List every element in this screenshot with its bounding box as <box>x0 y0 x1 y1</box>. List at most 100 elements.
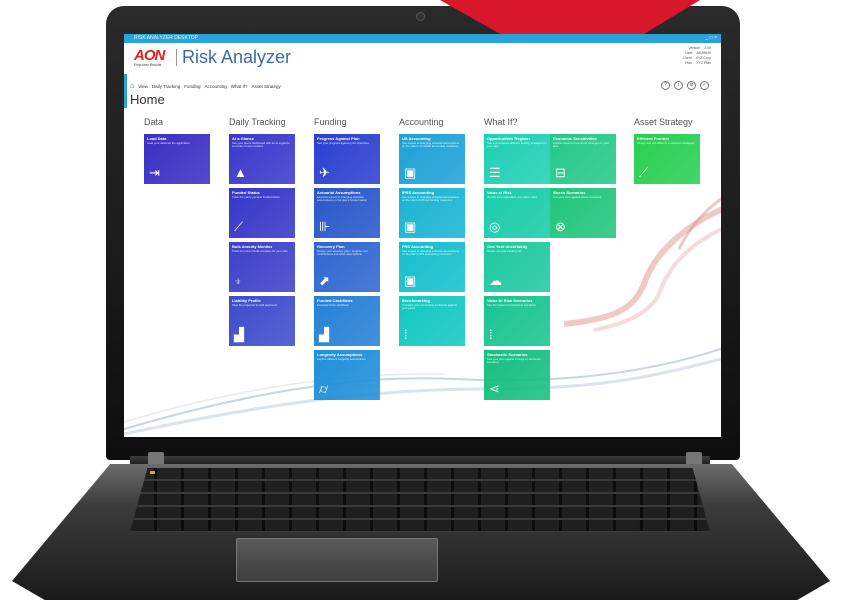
info-icon[interactable]: i <box>674 81 683 90</box>
trend-line-icon: ⟋ <box>234 219 244 234</box>
calculator-icon: ▣ <box>404 165 417 180</box>
column-heading: What If? <box>484 117 518 127</box>
checklist-icon: ☰ <box>489 165 501 180</box>
tile-longevity-assumptions[interactable]: Longevity Assumptions Explore different l… <box>314 350 380 400</box>
recovery-icon: ⬈ <box>319 273 330 288</box>
tile-description: Explore impact of economic changes on yo… <box>553 141 609 149</box>
page-heading: Home <box>130 92 165 107</box>
walking-icon: ⌭ <box>319 381 329 396</box>
column-heading: Data <box>144 117 164 127</box>
funnel-icon: ⍖ <box>234 273 242 288</box>
tile-description: See and compare different funding strate… <box>487 141 547 149</box>
scenarios-icon: ⁞ <box>489 327 493 342</box>
nav-item-asset-strategy[interactable]: Asset Strategy <box>251 84 280 89</box>
tile-description: Track the plan's pension funded status <box>232 195 280 199</box>
stress-icon: ⊗ <box>555 219 566 234</box>
tile-value-at-risk[interactable]: Value at Risk Identify and understand you… <box>484 188 550 238</box>
tile-opportunities-register[interactable]: Opportunities Register See and compare di… <box>484 134 550 184</box>
column-heading: Funding <box>314 117 347 127</box>
hinge-right <box>686 452 702 466</box>
tile-description: Test your plan against stress scenarios <box>553 195 602 199</box>
tile-frs-accounting[interactable]: FRS Accounting See impact of changing act… <box>399 242 465 292</box>
touchpad <box>236 538 438 582</box>
tile-ifrs-accounting[interactable]: IFRS Accounting See impact of changing ac… <box>399 188 465 238</box>
column-heading: Asset Strategy <box>634 117 693 127</box>
bar-chart-icon: ▟ <box>234 327 244 342</box>
help-icon[interactable]: ? <box>661 81 670 90</box>
tile-efficient-frontier[interactable]: Efficient Frontier Design and test differ… <box>634 134 700 184</box>
nav-item-view[interactable]: View <box>138 84 148 89</box>
tile-load-data[interactable]: Load Data Load your data into the applica… <box>144 134 210 184</box>
tile-us-accounting[interactable]: US Accounting See impact of changing actu… <box>399 134 465 184</box>
tile-description: See your progress against your objective… <box>317 141 370 145</box>
hinge-left <box>148 452 164 466</box>
background-swoosh <box>124 348 721 436</box>
tile-description: Design and test different investment str… <box>637 141 695 145</box>
toolbar-icons: ? i ⚙ ✓ <box>661 81 709 90</box>
assumptions-icon: ⊪ <box>319 219 331 234</box>
tile-description: View the projected benefit payments <box>232 303 278 307</box>
tile-description: Track the price of bulk annuities for yo… <box>232 249 288 253</box>
tile-description: Compare your accounting measures against… <box>402 303 457 311</box>
benchmark-icon: ⁞ <box>404 327 408 342</box>
user-info: Version 2.00 User AE38849 Client XYZ Corp P… <box>682 46 711 65</box>
window-controls[interactable]: _ □ × <box>706 35 718 41</box>
check-icon[interactable]: ✓ <box>700 81 709 90</box>
app-title: Risk Analyzer <box>182 47 292 67</box>
nav-item-funding[interactable]: Funding <box>184 84 200 89</box>
aon-logo: AON Empower Results <box>134 47 165 67</box>
screen: RISK ANALYZER DESKTOP _ □ × AON Empower … <box>124 34 721 437</box>
frontier-chart-icon: ⟋ <box>639 165 649 180</box>
nav-item-what-if[interactable]: What If? <box>231 84 248 89</box>
tile-description: Examine impact of changing actuarial ass… <box>317 195 367 203</box>
cashflow-chart-icon: ▟ <box>319 327 329 342</box>
webcam <box>416 12 425 21</box>
tile-description: Identify and understand your plan's risk… <box>487 195 537 199</box>
tile-stochastic-scenarios[interactable]: Stochastic Scenarios Test your plan again… <box>484 350 550 400</box>
tile-description: Load your data into the application <box>147 141 190 145</box>
column-heading: Accounting <box>399 117 444 127</box>
window-title: RISK ANALYZER DESKTOP <box>134 35 199 41</box>
tile-benchmarking[interactable]: Benchmarking Compare your accounting meas… <box>399 296 465 346</box>
tile-actuarial-assumptions[interactable]: Actuarial Assumptions Examine impact of c… <box>314 188 380 238</box>
nav-item-daily-tracking[interactable]: Daily Tracking <box>152 84 180 89</box>
tile-bulk-annuity-monitor[interactable]: Bulk Annuity Monitor Track the price of b… <box>229 242 295 292</box>
share-icon: ⋖ <box>489 381 500 396</box>
home-icon[interactable]: ⌂ <box>130 83 134 90</box>
sliders-icon: ⊟ <box>555 165 566 180</box>
tile-value-at-risk-scenarios[interactable]: Value At Risk Scenarios See the impact of… <box>484 296 550 346</box>
tile-one-year-uncertainty[interactable]: One Year Uncertainty Model one-year fundi… <box>484 242 550 292</box>
tile-description: Explore different longevity assumptions <box>317 357 366 361</box>
mountain-icon: ▲ <box>234 165 247 180</box>
calculator-icon: ▣ <box>404 273 417 288</box>
calculator-icon: ▣ <box>404 219 417 234</box>
nav-bar: ⌂ View Daily Tracking Funding Accounting… <box>130 82 281 90</box>
tile-description: Model one-year funding risk <box>487 249 522 253</box>
tile-description: See impact of changing actuarial assumpt… <box>402 249 460 257</box>
tile-funded-status[interactable]: Funded Status Track the plan's pension fu… <box>229 188 295 238</box>
tile-liability-profile[interactable]: Liability Profile View the projected bene… <box>229 296 295 346</box>
keyboard-rows <box>130 468 710 532</box>
nav-item-accounting[interactable]: Accounting <box>204 84 226 89</box>
tile-description: See the impact of investment scenarios <box>487 303 536 307</box>
tile-description: Design your recovery plan - lengths, cos… <box>317 249 369 257</box>
tile-stress-scenarios[interactable]: Stress Scenarios Test your plan against s… <box>550 188 616 238</box>
tile-description: See impact of changing actuarial assumpt… <box>402 195 460 203</box>
settings-icon[interactable]: ⚙ <box>687 81 696 90</box>
window-titlebar: RISK ANALYZER DESKTOP _ □ × <box>124 34 721 43</box>
tile-economic-sensitivities[interactable]: Economic Sensitivities Explore impact of … <box>550 134 616 184</box>
logo-divider <box>176 49 177 66</box>
tile-description: See your plan's dashboard with an at-a-g… <box>232 141 290 149</box>
tile-funded-cashflows[interactable]: Funded Cashflows Forecast future cashflow… <box>314 296 380 346</box>
airplane-icon: ✈ <box>319 165 330 180</box>
target-icon: ◎ <box>489 219 501 234</box>
cloud-icon: ☁ <box>489 273 502 288</box>
tile-description: See impact of changing actuarial assumpt… <box>402 141 460 149</box>
sign-in-icon: ⇥ <box>149 165 160 180</box>
left-accent-bar <box>124 74 127 108</box>
column-heading: Daily Tracking <box>229 117 286 127</box>
power-led <box>150 471 155 474</box>
tile-recovery-plan[interactable]: Recovery Plan Design your recovery plan -… <box>314 242 380 292</box>
tile-at-a-glance[interactable]: At a Glance See your plan's dashboard wit… <box>229 134 295 184</box>
tile-progress-against-plan[interactable]: Progress Against Plan See your progress a… <box>314 134 380 184</box>
